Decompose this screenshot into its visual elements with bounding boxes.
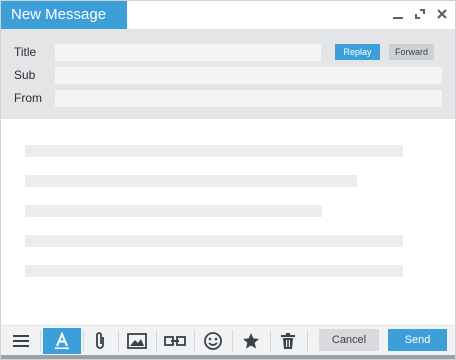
new-message-window: New Message Title Replay Forward Sub Fro… — [0, 0, 456, 360]
cancel-button[interactable]: Cancel — [319, 329, 379, 351]
close-icon[interactable] — [433, 5, 451, 23]
replay-button[interactable]: Replay — [335, 44, 380, 60]
sub-field[interactable] — [55, 67, 442, 84]
forward-button[interactable]: Forward — [389, 44, 434, 60]
message-header: Title Replay Forward Sub From — [1, 29, 455, 119]
message-body[interactable] — [1, 119, 455, 325]
star-icon[interactable] — [235, 328, 267, 354]
title-field[interactable] — [55, 44, 321, 61]
text-format-icon[interactable] — [43, 328, 81, 354]
from-label: From — [14, 91, 42, 105]
trash-icon[interactable] — [272, 328, 304, 354]
body-text-line — [25, 265, 403, 277]
body-text-line — [25, 175, 357, 187]
emoji-icon[interactable] — [197, 328, 229, 354]
body-text-line — [25, 235, 403, 247]
maximize-icon[interactable] — [411, 5, 429, 23]
title-label: Title — [14, 45, 37, 59]
body-text-line — [25, 145, 403, 157]
window-title: New Message — [1, 1, 127, 29]
from-field[interactable] — [55, 90, 442, 107]
menu-icon[interactable] — [5, 328, 37, 354]
sub-label: Sub — [14, 68, 36, 82]
send-button[interactable]: Send — [388, 329, 447, 351]
image-icon[interactable] — [121, 328, 153, 354]
link-icon[interactable] — [159, 328, 191, 354]
minimize-icon[interactable] — [389, 5, 407, 23]
title-bar: New Message — [1, 1, 455, 29]
window-bottom-strip — [1, 355, 455, 359]
bottom-toolbar: Cancel Send — [1, 325, 455, 355]
body-text-line — [25, 205, 322, 217]
attach-icon[interactable] — [84, 328, 116, 354]
